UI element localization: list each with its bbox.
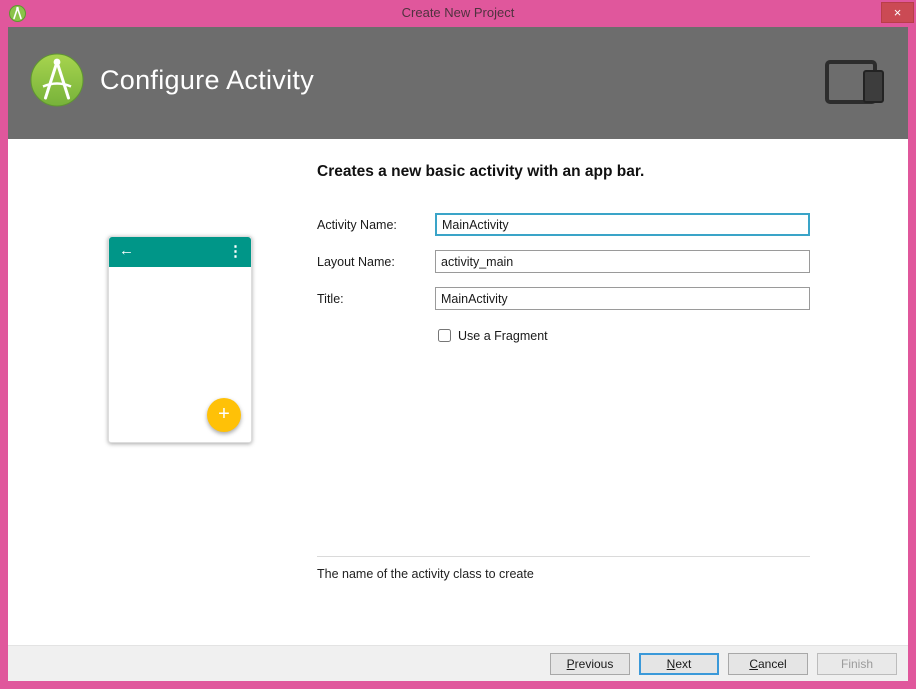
wizard-header: Configure Activity [8, 27, 908, 139]
description-heading: Creates a new basic activity with an app… [317, 163, 645, 180]
next-label: ext [675, 657, 692, 671]
layout-name-row: Layout Name: [317, 250, 810, 273]
layout-name-input[interactable] [435, 250, 810, 273]
fab-button: + [207, 398, 241, 432]
fragment-row: Use a Fragment [317, 324, 810, 347]
use-fragment-checkbox[interactable] [438, 329, 451, 342]
title-row: Title: [317, 287, 810, 310]
overflow-menu-icon: ⋮ [228, 243, 243, 260]
page-title: Configure Activity [100, 65, 314, 95]
hint-text: The name of the activity class to create [317, 567, 534, 581]
activity-name-label: Activity Name: [317, 217, 397, 232]
close-button[interactable]: × [881, 2, 914, 23]
cancel-mnemonic: C [749, 657, 758, 671]
plus-icon: + [218, 403, 230, 425]
preview-app-bar: ← ⋮ [109, 237, 251, 267]
previous-mnemonic: P [566, 657, 575, 671]
close-icon: × [893, 5, 902, 20]
next-button[interactable]: Next [639, 653, 719, 675]
titlebar[interactable]: Create New Project × [0, 0, 916, 27]
create-new-project-window: Create New Project × Configure Activity … [0, 0, 916, 689]
activity-preview: ← ⋮ + [108, 236, 252, 443]
title-input[interactable] [435, 287, 810, 310]
cancel-button[interactable]: Cancel [728, 653, 808, 675]
cancel-label: ancel [757, 657, 787, 671]
title-label: Title: [317, 291, 344, 306]
dialog-body: Configure Activity Creates a new basic a… [8, 27, 908, 681]
layout-name-label: Layout Name: [317, 254, 395, 269]
device-preview-icon [824, 59, 886, 105]
finish-button: Finish [817, 653, 897, 675]
window-title: Create New Project [401, 5, 515, 20]
finish-label: Finish [840, 657, 873, 671]
back-arrow-icon: ← [119, 242, 134, 259]
activity-name-row: Activity Name: [317, 213, 810, 236]
activity-form: Activity Name: Layout Name: Title: Use a… [317, 213, 810, 361]
dialog-button-bar: Previous Next Cancel Finish [8, 645, 908, 681]
use-fragment-label[interactable]: Use a Fragment [458, 329, 548, 343]
wizard-content: Creates a new basic activity with an app… [8, 139, 908, 645]
android-studio-logo [30, 53, 84, 107]
previous-label: revious [574, 657, 614, 671]
divider [317, 556, 810, 557]
previous-button[interactable]: Previous [550, 653, 630, 675]
activity-name-input[interactable] [435, 213, 810, 236]
